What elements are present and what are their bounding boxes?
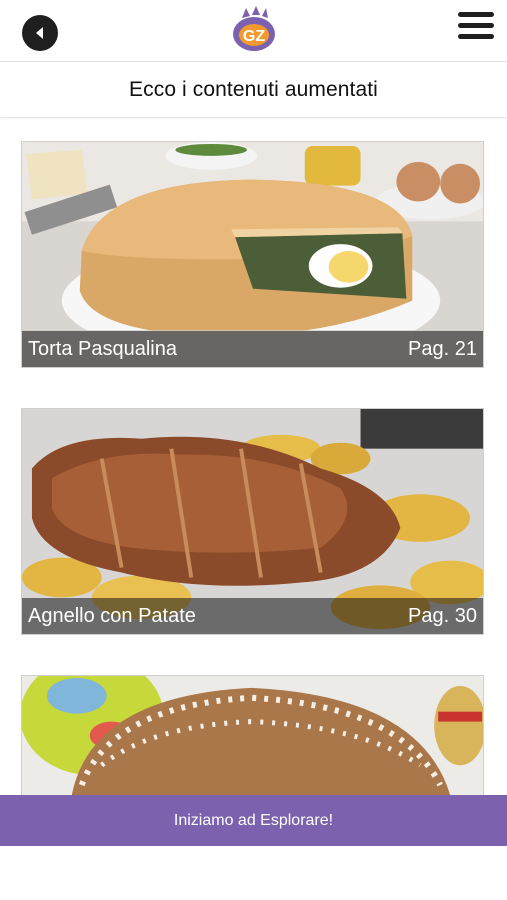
gz-logo-icon: GZ: [233, 6, 275, 51]
subtitle-bar: Ecco i contenuti aumentati: [0, 62, 507, 118]
back-arrow-icon: [36, 27, 43, 39]
content-card-torta-pasqualina[interactable]: Torta Pasqualina Pag. 21: [21, 141, 484, 368]
card-title: Torta Pasqualina: [28, 337, 177, 360]
app-logo[interactable]: GZ: [228, 4, 280, 54]
start-exploring-button[interactable]: Iniziamo ad Esplorare!: [0, 795, 507, 846]
svg-text:GZ: GZ: [243, 28, 265, 45]
page-title: Ecco i contenuti aumentati: [129, 77, 378, 101]
top-bar: GZ: [0, 0, 507, 62]
menu-line: [458, 23, 494, 28]
bottom-spacer: [0, 846, 507, 900]
content-card-agnello-con-patate[interactable]: Agnello con Patate Pag. 30: [21, 408, 484, 635]
card-caption: Agnello con Patate Pag. 30: [22, 598, 483, 634]
menu-line: [458, 34, 494, 39]
card-caption: Torta Pasqualina Pag. 21: [22, 331, 483, 367]
card-page: Pag. 21: [408, 337, 477, 360]
menu-line: [458, 12, 494, 17]
back-button[interactable]: [22, 15, 58, 51]
hamburger-menu-button[interactable]: [458, 12, 494, 42]
card-title: Agnello con Patate: [28, 604, 196, 627]
card-page: Pag. 30: [408, 604, 477, 627]
